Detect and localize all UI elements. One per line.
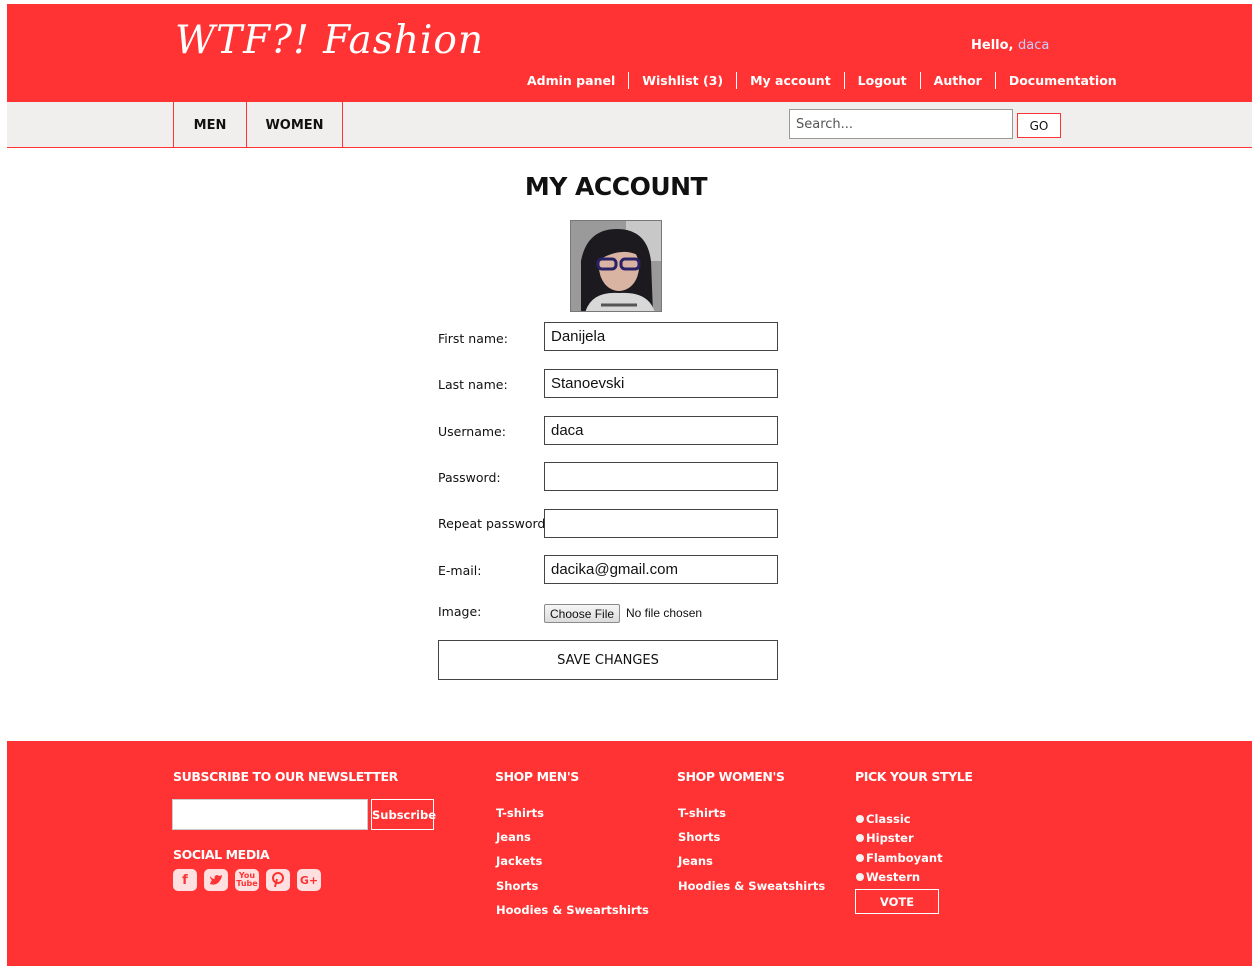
women-tshirts-link[interactable]: T-shirts (678, 804, 825, 828)
radio-button[interactable] (856, 834, 864, 843)
style-option[interactable]: Classic (856, 809, 943, 829)
author-link[interactable]: Author (928, 73, 988, 88)
username-link[interactable]: daca (1018, 38, 1049, 53)
username-field[interactable] (544, 416, 778, 445)
documentation-link[interactable]: Documentation (1003, 73, 1123, 88)
nav-divider (919, 72, 921, 89)
social-icons: f You Tube G+ (173, 869, 321, 891)
shop-mens-links: T-shirts Jeans Jackets Shorts Hoodies & … (496, 804, 649, 925)
greeting: Hello, daca (971, 38, 1049, 53)
subscribe-button[interactable]: Subscribe (371, 799, 436, 830)
style-option[interactable]: Western (856, 868, 943, 888)
site-header: WTF?! Fashion Hello, daca Admin panel Wi… (7, 4, 1252, 102)
nav-divider (736, 72, 738, 89)
facebook-icon[interactable]: f (173, 869, 197, 891)
nav-divider (628, 72, 630, 89)
profile-avatar (570, 220, 662, 312)
pick-style-title: PICK YOUR STYLE (855, 769, 973, 784)
shop-womens-title: SHOP WOMEN'S (677, 769, 785, 784)
search-input[interactable] (789, 109, 1013, 139)
twitter-icon[interactable] (204, 869, 228, 891)
pinterest-icon[interactable] (266, 869, 290, 891)
first-name-label: First name: (438, 331, 508, 346)
email-label: E-mail: (438, 563, 482, 578)
profile-photo-icon (571, 221, 661, 311)
style-options: Classic Hipster Flamboyant Western (856, 809, 943, 887)
username-label: Username: (438, 424, 506, 439)
style-option[interactable]: Hipster (856, 829, 943, 849)
youtube-icon[interactable]: You Tube (235, 869, 259, 891)
men-tshirts-link[interactable]: T-shirts (496, 804, 649, 828)
image-label: Image: (438, 604, 482, 619)
logout-link[interactable]: Logout (852, 73, 913, 88)
nav-women[interactable]: WOMEN (246, 102, 343, 148)
women-shorts-link[interactable]: Shorts (678, 828, 825, 852)
top-navigation: Admin panel Wishlist (3) My account Logo… (521, 72, 1123, 89)
site-logo[interactable]: WTF?! Fashion (175, 18, 484, 63)
password-field[interactable] (544, 462, 778, 491)
category-nav-bar: MEN WOMEN GO (7, 102, 1252, 148)
first-name-field[interactable] (544, 322, 778, 351)
newsletter-email-input[interactable] (172, 799, 368, 830)
social-media-title: SOCIAL MEDIA (173, 847, 270, 862)
save-changes-button[interactable]: SAVE CHANGES (438, 640, 778, 680)
men-shorts-link[interactable]: Shorts (496, 877, 649, 901)
google-plus-icon[interactable]: G+ (297, 869, 321, 891)
radio-button[interactable] (856, 873, 864, 882)
style-option[interactable]: Flamboyant (856, 848, 943, 868)
nav-men[interactable]: MEN (173, 102, 246, 148)
radio-button[interactable] (856, 853, 864, 862)
site-footer: SUBSCRIBE TO OUR NEWSLETTER Subscribe SO… (7, 741, 1252, 966)
men-hoodies-link[interactable]: Hoodies & Sweartshirts (496, 901, 649, 925)
shop-womens-links: T-shirts Shorts Jeans Hoodies & Sweatshi… (678, 804, 825, 901)
shop-mens-title: SHOP MEN'S (495, 769, 579, 784)
women-jeans-link[interactable]: Jeans (678, 852, 825, 876)
my-account-link[interactable]: My account (744, 73, 837, 88)
radio-button[interactable] (856, 814, 864, 823)
email-field[interactable] (544, 555, 778, 584)
page-title: MY ACCOUNT (524, 172, 708, 201)
men-jeans-link[interactable]: Jeans (496, 828, 649, 852)
admin-panel-link[interactable]: Admin panel (521, 73, 621, 88)
search-go-button[interactable]: GO (1017, 113, 1061, 138)
vote-button[interactable]: VOTE (855, 889, 939, 914)
file-status-text: No file chosen (626, 606, 703, 620)
wishlist-link[interactable]: Wishlist (3) (636, 73, 729, 88)
style-flamboyant-label: Flamboyant (866, 850, 943, 865)
last-name-field[interactable] (544, 369, 778, 398)
password-label: Password: (438, 470, 501, 485)
style-classic-label: Classic (866, 811, 911, 826)
men-jackets-link[interactable]: Jackets (496, 852, 649, 876)
choose-file-button[interactable]: Choose File (544, 604, 621, 623)
women-hoodies-link[interactable]: Hoodies & Sweatshirts (678, 877, 825, 901)
repeat-password-field[interactable] (544, 509, 778, 538)
style-western-label: Western (866, 870, 921, 885)
newsletter-title: SUBSCRIBE TO OUR NEWSLETTER (173, 769, 398, 784)
nav-divider (994, 72, 996, 89)
repeat-password-label: Repeat password: (438, 516, 550, 531)
last-name-label: Last name: (438, 377, 508, 392)
greeting-text: Hello, (971, 38, 1014, 53)
nav-divider (843, 72, 845, 89)
style-hipster-label: Hipster (866, 831, 914, 846)
